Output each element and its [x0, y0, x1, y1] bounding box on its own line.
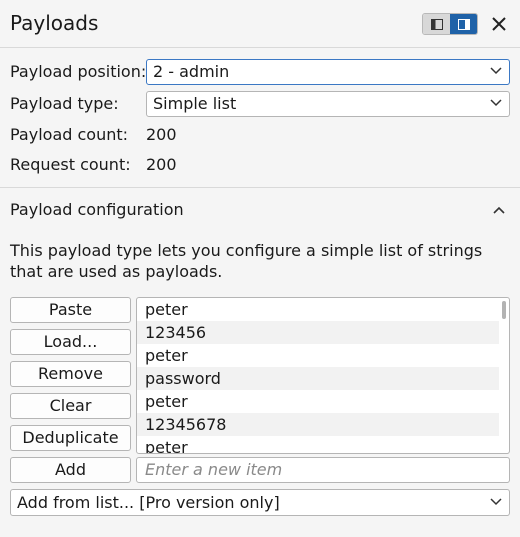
- chevron-down-icon: [490, 67, 502, 75]
- payload-count-value: 200: [146, 125, 177, 144]
- payload-type-label: Payload type:: [10, 94, 119, 113]
- payload-type-select[interactable]: Simple list: [146, 91, 510, 117]
- payload-position-value: 2 - admin: [153, 62, 230, 81]
- payload-count-label: Payload count:: [10, 125, 129, 144]
- list-item[interactable]: peter: [137, 298, 499, 321]
- deduplicate-button[interactable]: Deduplicate: [10, 425, 131, 451]
- list-item[interactable]: 12345678: [137, 413, 499, 436]
- chevron-down-icon: [490, 99, 502, 107]
- payload-position-label: Payload position:: [10, 62, 147, 81]
- list-item[interactable]: peter: [137, 390, 499, 413]
- header-divider: [0, 47, 520, 48]
- request-count-value: 200: [146, 155, 177, 174]
- layout-toggle[interactable]: [422, 13, 478, 35]
- layout-left-button[interactable]: [423, 14, 450, 34]
- list-item[interactable]: 123456: [137, 321, 499, 344]
- clear-button[interactable]: Clear: [10, 393, 131, 419]
- layout-right-button[interactable]: [450, 14, 477, 34]
- request-count-label: Request count:: [10, 155, 131, 174]
- list-item[interactable]: peter: [137, 436, 499, 453]
- chevron-up-icon: [493, 206, 505, 214]
- list-item[interactable]: peter: [137, 344, 499, 367]
- payload-configuration-title: Payload configuration: [10, 200, 184, 219]
- load-button[interactable]: Load...: [10, 329, 131, 355]
- remove-button[interactable]: Remove: [10, 361, 131, 387]
- panel-title: Payloads: [10, 11, 99, 35]
- list-item[interactable]: password: [137, 367, 499, 390]
- section-divider: [0, 187, 520, 188]
- new-item-input[interactable]: Enter a new item: [136, 457, 510, 483]
- configuration-description: This payload type lets you configure a s…: [10, 241, 483, 281]
- payload-type-value: Simple list: [153, 94, 237, 113]
- payload-list[interactable]: peter 123456 peter password peter 123456…: [136, 297, 510, 454]
- close-button[interactable]: [488, 12, 510, 36]
- add-from-list-value: Add from list... [Pro version only]: [17, 493, 280, 512]
- list-scrollbar[interactable]: [502, 301, 506, 319]
- add-from-list-select[interactable]: Add from list... [Pro version only]: [10, 489, 510, 516]
- panel-right-icon: [457, 18, 470, 30]
- close-icon: [492, 17, 506, 31]
- paste-button[interactable]: Paste: [10, 297, 131, 323]
- collapse-button[interactable]: [489, 200, 509, 220]
- panel-left-icon: [430, 18, 443, 30]
- chevron-down-icon: [490, 498, 502, 506]
- add-button[interactable]: Add: [10, 457, 131, 483]
- payload-position-select[interactable]: 2 - admin: [146, 59, 510, 85]
